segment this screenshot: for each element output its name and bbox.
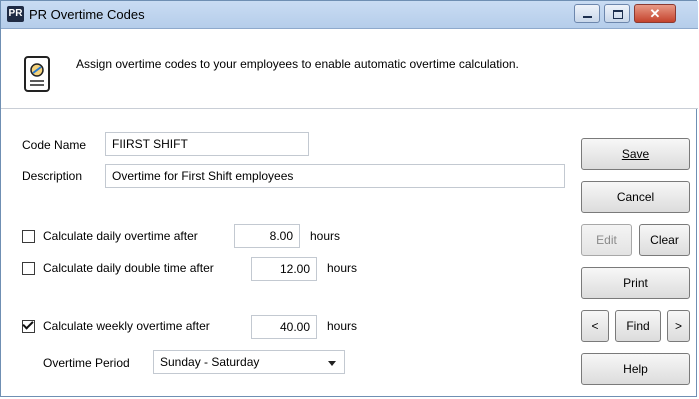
print-button[interactable]: Print: [581, 267, 690, 299]
weekly-overtime-hours-field[interactable]: 40.00: [251, 315, 317, 339]
chevron-down-icon: [328, 361, 336, 366]
minimize-button[interactable]: [574, 4, 600, 23]
document-stamp-icon: [24, 56, 50, 92]
overtime-period-label: Overtime Period: [43, 356, 130, 370]
previous-record-button[interactable]: <: [581, 310, 609, 342]
maximize-icon: [613, 10, 623, 19]
edit-button[interactable]: Edit: [581, 224, 632, 256]
code-name-label: Code Name: [22, 138, 87, 152]
daily-double-time-hours-field[interactable]: 12.00: [251, 257, 317, 281]
clear-button[interactable]: Clear: [639, 224, 690, 256]
daily-overtime-checkbox[interactable]: [22, 230, 35, 243]
pr-overtime-codes-window: PR PR Overtime Codes ✕ Assign overtime c…: [0, 0, 698, 397]
pr-app-icon: PR: [7, 6, 24, 22]
overtime-period-value: Sunday - Saturday: [160, 355, 260, 369]
cancel-button[interactable]: Cancel: [581, 181, 690, 213]
edit-button-label: Edit: [596, 233, 617, 247]
daily-overtime-hours-field[interactable]: 8.00: [234, 224, 300, 248]
help-button[interactable]: Help: [581, 353, 690, 385]
minimize-icon: [583, 16, 592, 18]
print-button-label: Print: [623, 276, 648, 290]
find-button[interactable]: Find: [615, 310, 661, 342]
title-bar[interactable]: PR PR Overtime Codes ✕: [1, 1, 698, 29]
next-record-button[interactable]: >: [667, 310, 690, 342]
weekly-overtime-checkbox[interactable]: [22, 318, 35, 333]
maximize-button[interactable]: [604, 4, 630, 23]
checkmark-icon: [22, 318, 34, 330]
instruction-text: Assign overtime codes to your employees …: [76, 57, 519, 71]
daily-double-time-unit: hours: [327, 261, 358, 275]
description-field[interactable]: Overtime for First Shift employees: [105, 164, 565, 188]
code-name-field[interactable]: FIIRST SHIFT: [105, 132, 309, 156]
save-button-label: Save: [621, 147, 650, 161]
close-icon: ✕: [649, 6, 661, 21]
next-record-label: >: [674, 319, 682, 333]
overtime-period-dropdown[interactable]: Sunday - Saturday: [153, 350, 345, 374]
weekly-overtime-label: Calculate weekly overtime after: [43, 319, 210, 333]
previous-record-label: <: [591, 319, 599, 333]
cancel-button-label: Cancel: [616, 190, 655, 204]
daily-overtime-unit: hours: [310, 229, 341, 243]
help-button-label: Help: [623, 362, 648, 376]
window-title: PR Overtime Codes: [29, 7, 145, 22]
daily-overtime-label: Calculate daily overtime after: [43, 229, 198, 243]
find-button-label: Find: [626, 319, 650, 333]
daily-double-time-label: Calculate daily double time after: [43, 261, 214, 275]
weekly-overtime-unit: hours: [327, 319, 358, 333]
daily-double-time-checkbox[interactable]: [22, 262, 35, 275]
save-button[interactable]: Save: [581, 138, 690, 170]
clear-button-label: Clear: [650, 233, 679, 247]
description-label: Description: [22, 169, 83, 183]
close-button[interactable]: ✕: [634, 4, 676, 23]
